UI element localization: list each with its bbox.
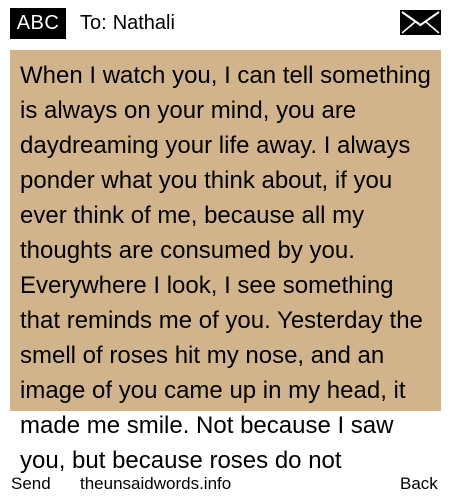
source-softkey-label: theunsaidwords.info	[78, 474, 234, 494]
recipient-prefix: To:	[80, 12, 107, 34]
send-softkey[interactable]: Send	[9, 474, 53, 494]
envelope-icon	[400, 10, 441, 35]
recipient-name: Nathali	[112, 12, 175, 34]
recipient-field[interactable]: To: Nathali	[80, 8, 175, 39]
message-header: ABC To: Nathali	[0, 0, 450, 48]
back-softkey[interactable]: Back	[398, 474, 440, 494]
message-body[interactable]: When I watch you, I can tell something i…	[20, 58, 434, 478]
input-mode-badge[interactable]: ABC	[10, 8, 66, 39]
